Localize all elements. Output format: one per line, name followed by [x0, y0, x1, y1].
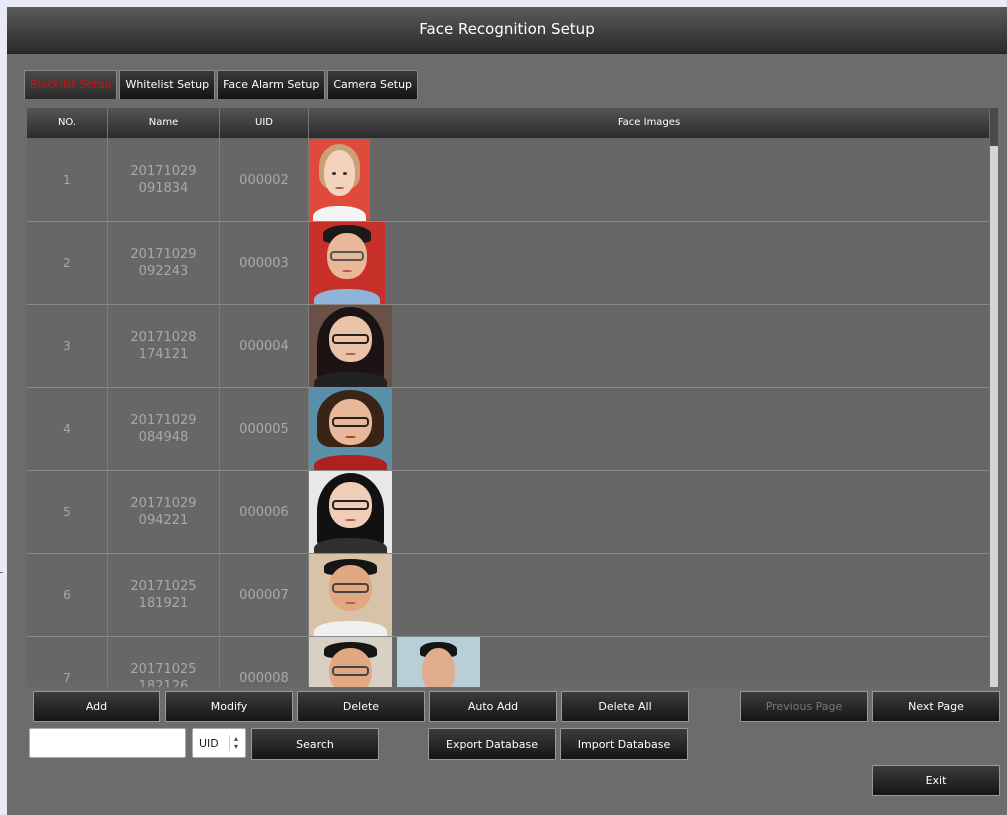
row-number: 1: [27, 139, 108, 221]
row-name-time: 174121: [138, 347, 189, 362]
row-name-date: 20171025: [130, 579, 197, 594]
up-down-arrows-icon: ▴ ▾: [229, 735, 242, 751]
table-scrollbar[interactable]: [990, 108, 998, 687]
face-thumbnail[interactable]: [309, 554, 392, 636]
delete-all-button[interactable]: Delete All: [561, 691, 689, 722]
row-name: 20171029 084948: [108, 388, 220, 470]
face-thumbnail[interactable]: [309, 471, 392, 553]
row-name-time: 084948: [138, 430, 189, 445]
delete-button[interactable]: Delete: [297, 691, 425, 722]
row-face-images: [309, 305, 989, 387]
table-body: 1 20171029 091834 000002 2 20171029 0922…: [27, 139, 989, 687]
scrollbar-thumb[interactable]: [990, 108, 998, 146]
import-database-button[interactable]: Import Database: [560, 728, 688, 760]
face-thumbnail[interactable]: [309, 305, 392, 387]
face-thumbnail[interactable]: [309, 139, 370, 221]
row-uid: 000007: [220, 554, 309, 636]
row-name: 20171029 092243: [108, 222, 220, 304]
next-page-button[interactable]: Next Page: [872, 691, 1000, 722]
row-number: 6: [27, 554, 108, 636]
face-thumbnail[interactable]: [397, 637, 480, 687]
export-database-button[interactable]: Export Database: [428, 728, 556, 760]
tab-blacklist-setup[interactable]: Blacklist Setup: [24, 70, 118, 99]
row-face-images: [309, 554, 989, 636]
row-number: 2: [27, 222, 108, 304]
tab-face-alarm-setup[interactable]: Face Alarm Setup: [217, 70, 326, 99]
row-number: 7: [27, 637, 108, 687]
row-name-date: 20171028: [130, 330, 197, 345]
search-button[interactable]: Search: [251, 728, 379, 760]
row-name-date: 20171025: [130, 662, 197, 677]
row-uid: 000005: [220, 388, 309, 470]
row-uid: 000002: [220, 139, 309, 221]
row-face-images: [309, 471, 989, 553]
table-row[interactable]: 7 20171025 182126 000008: [27, 637, 989, 687]
row-uid: 000003: [220, 222, 309, 304]
row-name-time: 094221: [138, 513, 189, 528]
column-header-no[interactable]: NO.: [27, 108, 108, 138]
column-header-name[interactable]: Name: [108, 108, 220, 138]
row-name-date: 20171029: [130, 496, 197, 511]
row-face-images: [309, 139, 989, 221]
auto-add-button[interactable]: Auto Add: [429, 691, 557, 722]
row-name: 20171028 174121: [108, 305, 220, 387]
edge-mark: [0, 572, 3, 573]
tab-bar: Blacklist Setup Whitelist Setup Face Ala…: [24, 70, 420, 100]
row-name-time: 092243: [138, 264, 189, 279]
row-name-date: 20171029: [130, 164, 197, 179]
column-header-uid[interactable]: UID: [220, 108, 309, 138]
face-thumbnail[interactable]: [309, 388, 392, 470]
exit-button[interactable]: Exit: [872, 765, 1000, 796]
row-uid: 000004: [220, 305, 309, 387]
row-number: 3: [27, 305, 108, 387]
row-uid: 000006: [220, 471, 309, 553]
table-row[interactable]: 6 20171025 181921 000007: [27, 554, 989, 637]
blacklist-table: NO. Name UID Face Images 1 20171029 0918…: [27, 108, 989, 687]
window-title: Face Recognition Setup: [7, 7, 1007, 54]
row-face-images: [309, 388, 989, 470]
row-name-time: 182126: [138, 679, 189, 687]
row-number: 5: [27, 471, 108, 553]
table-row[interactable]: 2 20171029 092243 000003: [27, 222, 989, 305]
row-name-date: 20171029: [130, 247, 197, 262]
search-input[interactable]: [29, 728, 186, 758]
row-number: 4: [27, 388, 108, 470]
row-name: 20171029 091834: [108, 139, 220, 221]
table-row[interactable]: 1 20171029 091834 000002: [27, 139, 989, 222]
search-field-select-value: UID: [199, 736, 219, 750]
column-header-face-images[interactable]: Face Images: [309, 108, 989, 138]
face-thumbnail[interactable]: [309, 222, 385, 304]
table-row[interactable]: 5 20171029 094221 000006: [27, 471, 989, 554]
table-row[interactable]: 3 20171028 174121 000004: [27, 305, 989, 388]
row-name: 20171025 181921: [108, 554, 220, 636]
row-face-images: [309, 222, 989, 304]
row-name-time: 181921: [138, 596, 189, 611]
previous-page-button[interactable]: Previous Page: [740, 691, 868, 722]
row-name-date: 20171029: [130, 413, 197, 428]
row-face-images: [309, 637, 989, 687]
face-recognition-window: Face Recognition Setup Blacklist Setup W…: [7, 7, 1007, 815]
tab-camera-setup[interactable]: Camera Setup: [327, 70, 419, 99]
face-thumbnail[interactable]: [309, 637, 392, 687]
add-button[interactable]: Add: [33, 691, 160, 722]
search-field-select[interactable]: UID ▴ ▾: [192, 728, 246, 758]
tab-whitelist-setup[interactable]: Whitelist Setup: [119, 70, 216, 99]
row-name-time: 091834: [138, 181, 189, 196]
row-uid: 000008: [220, 637, 309, 687]
row-name: 20171029 094221: [108, 471, 220, 553]
table-row[interactable]: 4 20171029 084948 000005: [27, 388, 989, 471]
table-header: NO. Name UID Face Images: [27, 108, 989, 138]
modify-button[interactable]: Modify: [165, 691, 293, 722]
row-name: 20171025 182126: [108, 637, 220, 687]
